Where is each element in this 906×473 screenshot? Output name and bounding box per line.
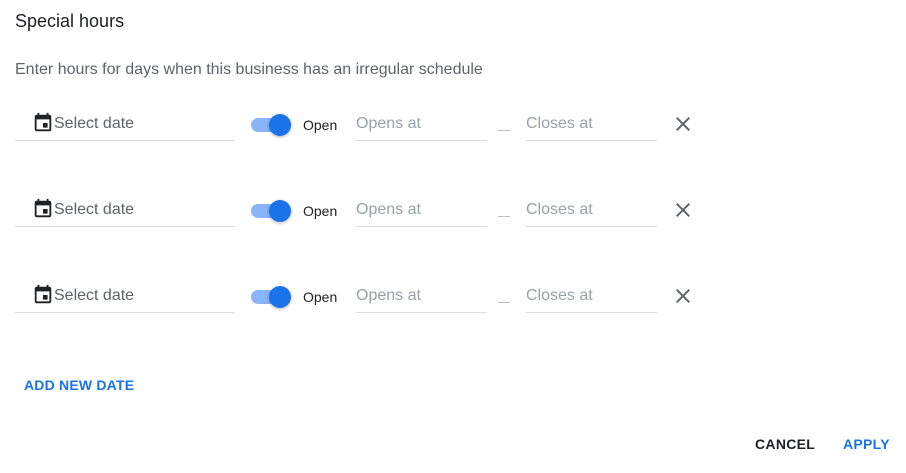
opens-at-placeholder: Opens at (356, 287, 421, 304)
date-placeholder: Select date (54, 287, 135, 304)
time-range-dash (498, 302, 510, 303)
special-hours-dialog: Special hours Enter hours for days when … (0, 0, 906, 473)
date-placeholder: Select date (54, 201, 135, 218)
dialog-subtitle: Enter hours for days when this business … (15, 61, 483, 78)
opens-at-field[interactable]: Opens at (356, 274, 487, 313)
opens-at-field[interactable]: Opens at (356, 188, 487, 227)
opens-at-field[interactable]: Opens at (356, 102, 487, 141)
special-hours-row: Select date Open Opens at Closes at (0, 102, 906, 152)
close-icon[interactable] (671, 284, 695, 308)
open-label: Open (303, 289, 338, 305)
add-new-date-button[interactable]: ADD NEW DATE (24, 376, 134, 394)
opens-at-placeholder: Opens at (356, 115, 421, 132)
date-field[interactable]: Select date (15, 274, 235, 313)
calendar-icon (34, 112, 52, 132)
toggle-thumb (269, 286, 291, 308)
apply-button[interactable]: APPLY (843, 435, 890, 453)
calendar-icon (34, 284, 52, 304)
close-icon[interactable] (671, 112, 695, 136)
opens-at-placeholder: Opens at (356, 201, 421, 218)
closes-at-field[interactable]: Closes at (526, 102, 657, 141)
calendar-icon (34, 198, 52, 218)
open-label: Open (303, 203, 338, 219)
date-field[interactable]: Select date (15, 188, 235, 227)
closes-at-field[interactable]: Closes at (526, 274, 657, 313)
special-hours-row: Select date Open Opens at Closes at (0, 188, 906, 238)
open-toggle[interactable] (250, 283, 294, 309)
toggle-thumb (269, 114, 291, 136)
dialog-title: Special hours (15, 11, 125, 31)
closes-at-field[interactable]: Closes at (526, 188, 657, 227)
open-toggle[interactable] (250, 111, 294, 137)
time-range-dash (498, 216, 510, 217)
open-label: Open (303, 117, 338, 133)
toggle-thumb (269, 200, 291, 222)
time-range-dash (498, 130, 510, 131)
open-toggle[interactable] (250, 197, 294, 223)
date-field[interactable]: Select date (15, 102, 235, 141)
close-icon[interactable] (671, 198, 695, 222)
date-placeholder: Select date (54, 115, 135, 132)
cancel-button[interactable]: CANCEL (755, 435, 815, 453)
closes-at-placeholder: Closes at (526, 115, 593, 132)
closes-at-placeholder: Closes at (526, 201, 593, 218)
special-hours-row: Select date Open Opens at Closes at (0, 274, 906, 324)
closes-at-placeholder: Closes at (526, 287, 593, 304)
